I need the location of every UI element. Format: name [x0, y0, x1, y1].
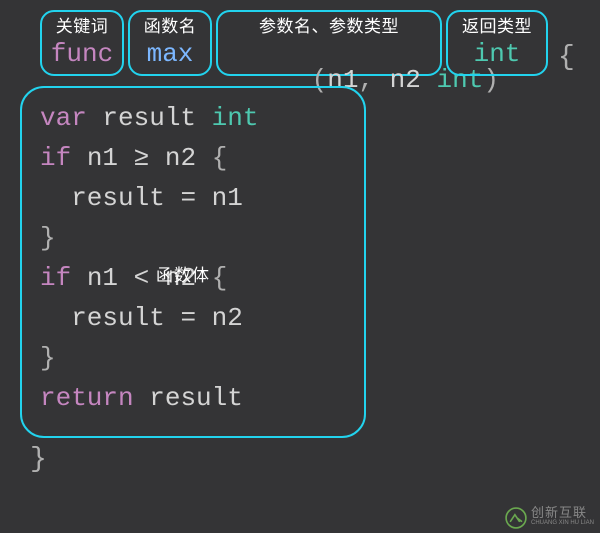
code-line: return result [40, 378, 346, 418]
code-token: { [212, 263, 228, 293]
code-token: } [40, 223, 56, 253]
open-brace: { [558, 42, 575, 73]
code-token [87, 103, 103, 133]
body-label: 函数体 [156, 261, 210, 286]
code-token [196, 103, 212, 133]
watermark: 创新互联 CHUANG XIN HU LIAN [505, 507, 594, 529]
close-brace: } [30, 444, 47, 475]
code-token: < [134, 263, 150, 293]
code-token: n2 [212, 303, 243, 333]
code-token: if [40, 263, 71, 293]
code-token [196, 143, 212, 173]
funcname-value: max [130, 35, 210, 67]
code-token: n1 [87, 263, 118, 293]
code-token: n2 [165, 143, 196, 173]
code-token: var [40, 103, 87, 133]
rettype-value: int [448, 35, 546, 67]
code-token [118, 143, 134, 173]
param-comma: , [358, 65, 374, 95]
watermark-line2: CHUANG XIN HU LIAN [531, 518, 594, 528]
code-token: result [40, 183, 165, 213]
code-line: if n1 ≥ n2 { [40, 138, 346, 178]
code-line: result = n2 [40, 298, 346, 338]
param-n2: n2 [390, 65, 421, 95]
code-token [196, 183, 212, 213]
code-line: var result int [40, 98, 346, 138]
watermark-logo-icon [505, 507, 527, 529]
keyword-value: func [42, 35, 122, 67]
code-token [196, 303, 212, 333]
code-token [118, 263, 134, 293]
code-token: int [212, 103, 259, 133]
code-token [149, 143, 165, 173]
code-token: result [40, 303, 165, 333]
code-token: = [180, 303, 196, 333]
code-line: } [40, 218, 346, 258]
rettype-box: 返回类型 int [446, 10, 548, 76]
code-token [165, 183, 181, 213]
params-label: 参数名、参数类型 [218, 12, 440, 35]
code-token [134, 383, 150, 413]
code-token: } [40, 343, 56, 373]
code-token: { [212, 143, 228, 173]
code-token: n1 [87, 143, 118, 173]
params-box: 参数名、参数类型 (n1, n2 int) [216, 10, 442, 76]
code-line: result = n1 [40, 178, 346, 218]
keyword-label: 关键词 [42, 12, 122, 35]
watermark-line1: 创新互联 [531, 508, 594, 518]
code-token: if [40, 143, 71, 173]
code-line: } [40, 338, 346, 378]
rettype-label: 返回类型 [448, 12, 546, 35]
code-token: ≥ [134, 143, 150, 173]
code-token: n1 [212, 183, 243, 213]
code-token [165, 303, 181, 333]
diagram-canvas: 关键词 func 函数名 max 参数名、参数类型 (n1, n2 int) 返… [0, 0, 600, 533]
funcname-box: 函数名 max [128, 10, 212, 76]
keyword-box: 关键词 func [40, 10, 124, 76]
code-token [71, 263, 87, 293]
funcname-label: 函数名 [130, 12, 210, 35]
code-token: = [180, 183, 196, 213]
code-token: result [149, 383, 243, 413]
code-token: return [40, 383, 134, 413]
code-token [71, 143, 87, 173]
code-token: result [102, 103, 196, 133]
